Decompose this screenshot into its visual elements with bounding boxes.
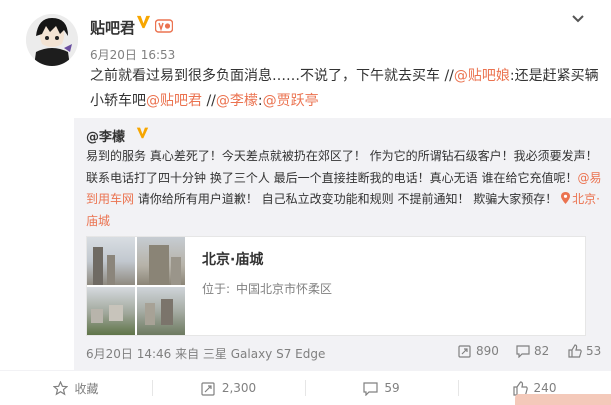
avatar[interactable] [26,14,78,66]
verified-icon [136,127,149,139]
chevron-down-icon[interactable] [571,14,585,24]
star-icon [53,380,69,395]
mention-link[interactable]: @李檬 [216,93,258,109]
like-icon [568,344,582,358]
location-photo [87,237,135,285]
repost-total: 2,300 [221,381,257,395]
comment-count-button[interactable]: 82 [516,344,549,358]
verified-icon [136,15,151,29]
address-label: 位于: [202,282,231,296]
repost-text: 易到的服务 真心差死了！今天差点就被扔在郊区了！ 作为它的所谓钻石级客户！我必须… [86,146,604,232]
location-card-address: 位于: 中国北京市怀柔区 [202,280,332,297]
member-icon[interactable] [155,18,173,33]
repost-count: 890 [476,344,499,358]
repost-count-button[interactable]: 890 [458,344,499,358]
repost-icon [201,381,215,396]
repost-button[interactable]: 2,300 [152,371,305,405]
avatar-image [26,14,78,66]
collect-button[interactable]: 收藏 [0,371,152,405]
post-timestamp[interactable]: 6月20日 16:53 [90,46,175,63]
location-photo [87,287,135,335]
repost-text-segment: 易到的服务 真心差死了！今天差点就被扔在郊区了！ 作为它的所谓钻石级客户！我必须… [86,149,598,185]
repost-card: @李檬 易到的服务 真心差死了！今天差点就被扔在郊区了！ 作为它的所谓钻石级客户… [74,118,611,370]
collect-label: 收藏 [74,381,99,396]
post-text: 之前就看过易到很多负面消息……不说了，下午就去买车 //@贴吧娘:还是赶紧买辆小… [90,64,605,114]
repost-footer: 6月20日 14:46 来自 三星 Galaxy S7 Edge 890 82 … [86,342,604,362]
mention-link[interactable]: @贴吧娘 [454,68,510,84]
mention-link[interactable]: @贾跃亭 [263,93,319,109]
mention-link[interactable]: @贴吧君 [146,93,202,109]
post-author-name[interactable]: 贴吧君 [90,17,135,38]
repost-author-link[interactable]: @李檬 [86,126,125,145]
address-value: 中国北京市怀柔区 [236,282,333,296]
location-card-title: 北京·庙城 [202,252,264,268]
location-card[interactable]: 北京·庙城 位于: 中国北京市怀柔区 [86,236,586,336]
repost-timestamp[interactable]: 6月20日 14:46 来自 三星 Galaxy S7 Edge [86,345,325,362]
comment-total: 59 [384,381,400,395]
location-photo [137,287,185,335]
location-icon [561,192,571,204]
comment-button[interactable]: 59 [305,371,458,405]
comment-count: 82 [534,344,550,358]
like-count: 53 [586,344,602,358]
location-photo [137,237,185,285]
post-text-segment: 之前就看过易到很多负面消息……不说了，下午就去买车 // [90,68,454,84]
post-text-segment: // [202,93,216,109]
like-total: 240 [533,381,557,395]
comment-icon [516,345,530,358]
comment-icon [363,381,378,396]
like-count-button[interactable]: 53 [568,344,601,358]
repost-text-segment: 请你给所有用户道歉！ 自己私立改变功能和规则 不提前通知！ 欺骗大家预存！ [134,192,562,206]
repost-icon [458,345,471,358]
floating-tab[interactable] [515,394,611,405]
